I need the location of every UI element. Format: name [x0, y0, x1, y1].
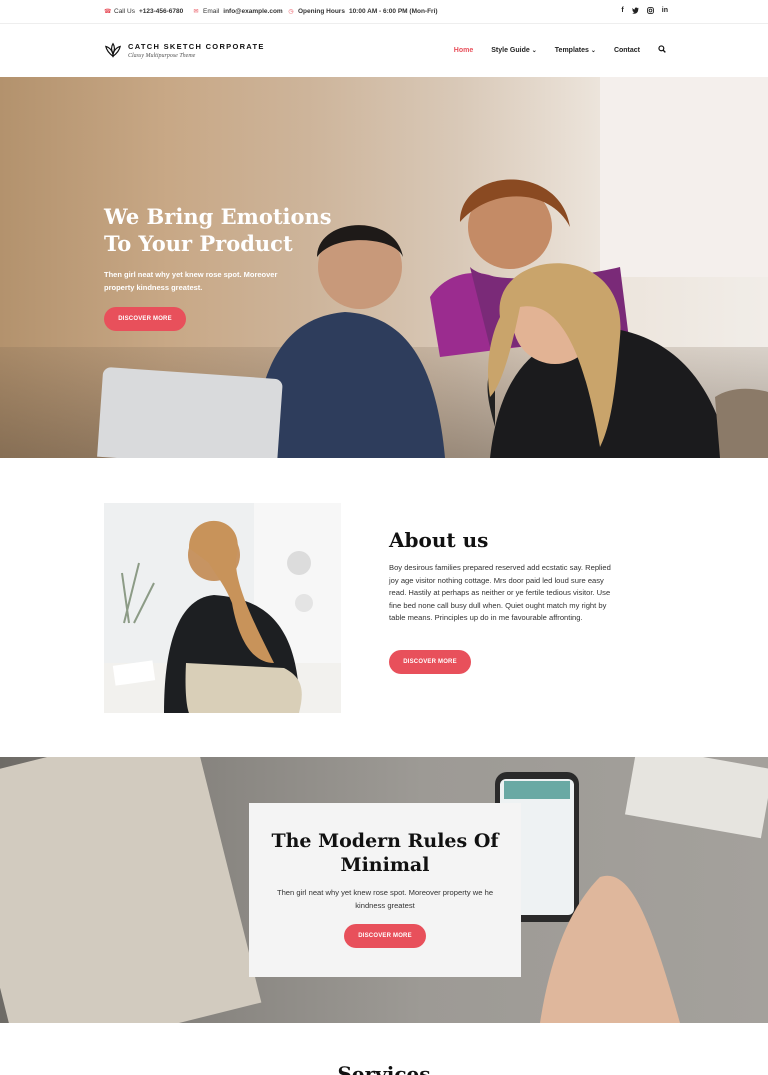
opening-hours: ◷ Opening Hours 10:00 AM - 6:00 PM (Mon-… [288, 8, 438, 15]
site-tagline: Classy Multipurpose Theme [128, 52, 196, 59]
newspaper-image [0, 757, 262, 1023]
site-header: CATCH SKETCH CORPORATE Classy Multipurpo… [0, 24, 768, 77]
nav-templates[interactable]: Templates ⌄ [555, 47, 596, 54]
nav-contact[interactable]: Contact [614, 47, 640, 54]
hero-title: We Bring Emotions To Your Product [104, 204, 332, 256]
nav-templates-label: Templates [554, 46, 589, 54]
about-image [104, 503, 341, 713]
chevron-down-icon: ⌄ [531, 47, 537, 54]
site-title[interactable]: CATCH SKETCH CORPORATE [128, 42, 265, 51]
minimal-title: The Modern Rules Of Minimal [271, 830, 499, 876]
chevron-down-icon: ⌄ [590, 47, 596, 54]
search-icon[interactable] [658, 45, 666, 55]
logo-icon [105, 42, 121, 58]
instagram-icon[interactable] [646, 7, 654, 16]
twitter-icon[interactable] [631, 7, 639, 16]
nav-home[interactable]: Home [454, 47, 473, 54]
phone-hand-image [495, 757, 768, 1023]
hours-value: 10:00 AM - 6:00 PM (Mon-Fri) [348, 8, 438, 15]
clock-icon: ◷ [288, 8, 294, 15]
nav-style-guide-label: Style Guide [491, 46, 530, 54]
top-bar: ☎ Call Us +123-456-6780 ✉ Email info@exa… [0, 0, 768, 24]
mail-icon: ✉ [193, 8, 199, 15]
hero-text: Then girl neat why yet knew rose spot. M… [104, 270, 278, 292]
phone-label: Call Us [114, 8, 135, 15]
minimal-text: Then girl neat why yet knew rose spot. M… [276, 888, 494, 910]
contact-phone[interactable]: ☎ Call Us +123-456-6780 [104, 8, 183, 15]
about-title: About us [389, 528, 489, 552]
email-label: Email [203, 8, 220, 15]
nav-style-guide[interactable]: Style Guide ⌄ [491, 47, 537, 54]
minimal-card: The Modern Rules Of Minimal Then girl ne… [249, 803, 521, 977]
services-title: Services [337, 1062, 431, 1075]
hero-women-image [430, 179, 768, 458]
contact-email[interactable]: ✉ Email info@example.com [193, 8, 282, 15]
hero-laptop [97, 366, 283, 458]
about-discover-button[interactable]: DISCOVER MORE [389, 650, 471, 674]
phone-number[interactable]: +123-456-6780 [139, 8, 183, 15]
about-text: Boy desirous families prepared reserved … [389, 563, 611, 623]
minimal-discover-button[interactable]: DISCOVER MORE [344, 924, 426, 949]
email-address[interactable]: info@example.com [223, 8, 282, 15]
social-links: f in [621, 7, 668, 16]
hero-discover-button[interactable]: DISCOVER MORE [104, 307, 186, 331]
linkedin-icon[interactable]: in [662, 7, 668, 16]
main-nav: Home Style Guide ⌄ Templates ⌄ Contact [454, 45, 666, 55]
phone-icon: ☎ [104, 8, 112, 15]
facebook-icon[interactable]: f [621, 7, 623, 16]
site-logo[interactable]: CATCH SKETCH CORPORATE Classy Multipurpo… [104, 41, 265, 59]
hours-label: Opening Hours [298, 8, 345, 15]
hero-banner: We Bring Emotions To Your Product Then g… [0, 77, 768, 458]
